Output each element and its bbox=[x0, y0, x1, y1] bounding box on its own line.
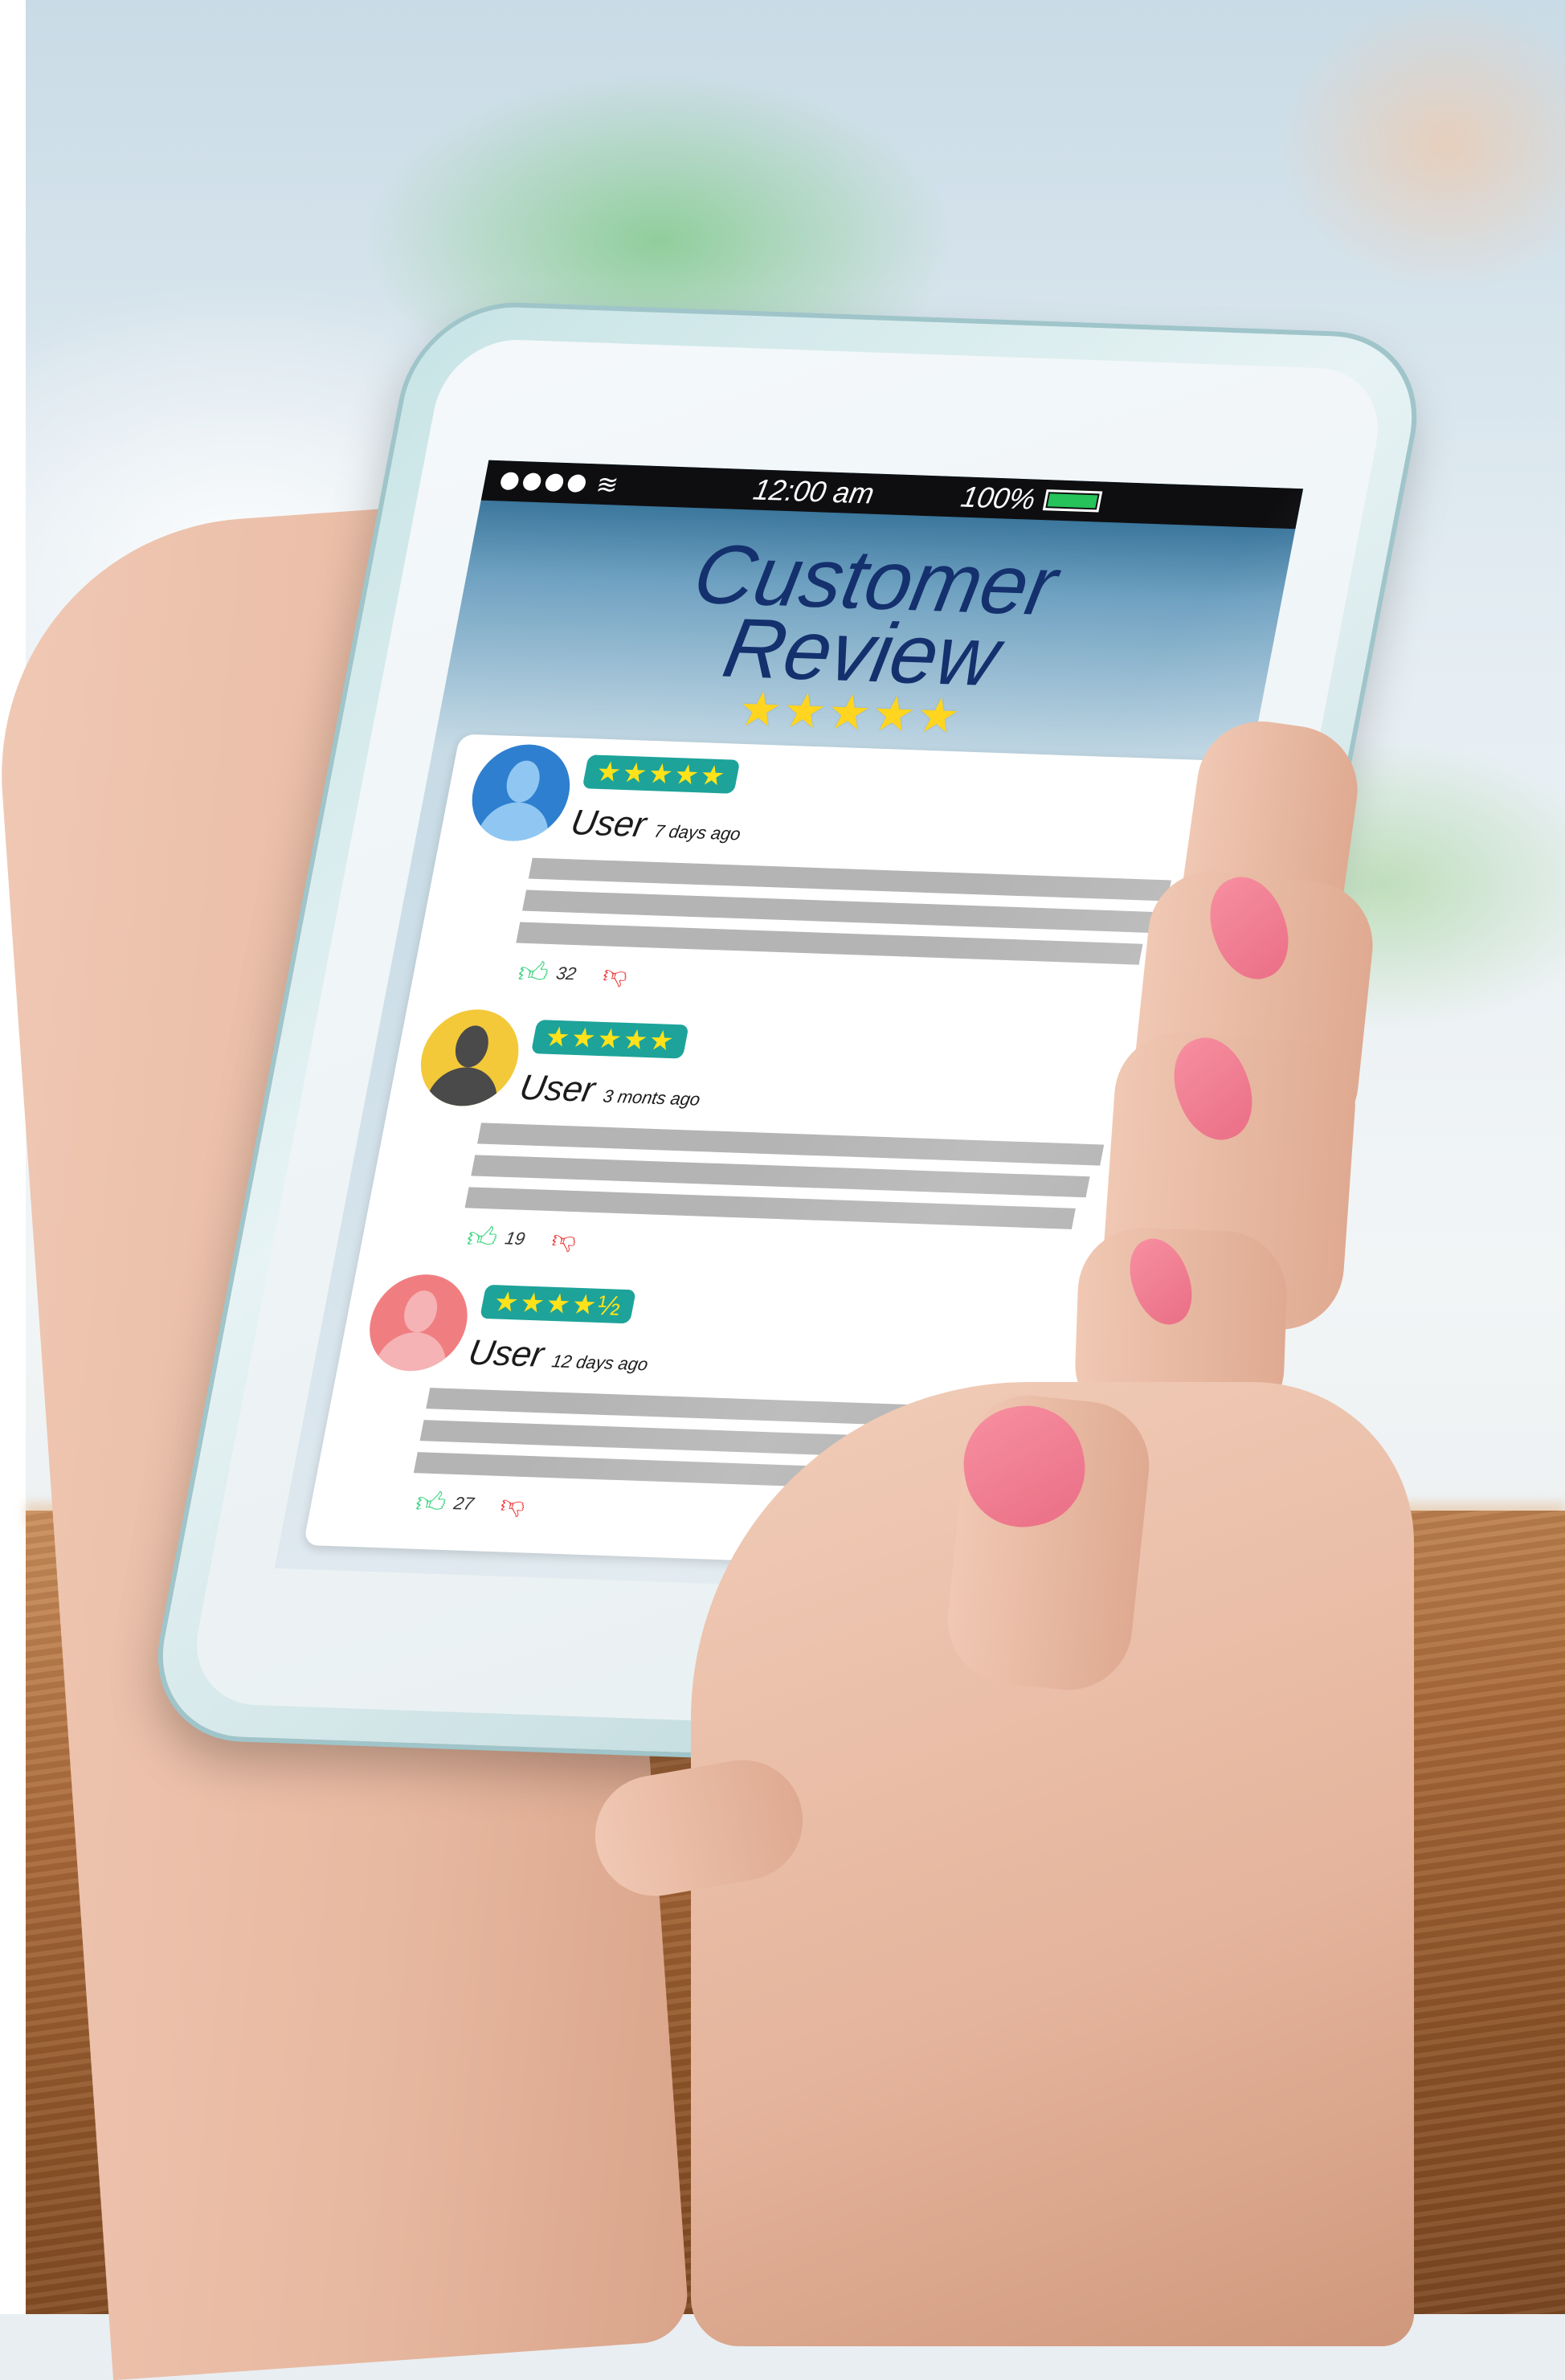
like-count: 32 bbox=[554, 963, 578, 984]
avatar[interactable] bbox=[412, 1008, 527, 1108]
battery-icon bbox=[1042, 489, 1103, 513]
signal-dots-icon bbox=[499, 472, 587, 493]
rating-badge: ★★★★★ bbox=[582, 754, 741, 794]
review-time: 7 days ago bbox=[652, 820, 743, 844]
thumbs-down-icon[interactable]: 👎︎ bbox=[498, 1491, 528, 1520]
battery-fill bbox=[1047, 493, 1098, 509]
battery-percent: 100% bbox=[958, 480, 1039, 516]
like-count: 27 bbox=[452, 1493, 476, 1514]
rating-badge: ★★★★½ bbox=[479, 1284, 637, 1324]
thumbs-down-icon[interactable]: 👎︎ bbox=[600, 961, 631, 991]
vote-row: 👍︎ 19 👎︎ bbox=[464, 1220, 579, 1259]
user-name[interactable]: User bbox=[568, 803, 650, 844]
review-item[interactable]: ★★★★★ User 7 days ago 👍︎ 32 👎︎ bbox=[409, 734, 1227, 1025]
thumbs-down-icon[interactable]: 👎︎ bbox=[550, 1225, 579, 1255]
thumbs-up-icon[interactable]: 👍︎ bbox=[464, 1220, 501, 1256]
left-margin bbox=[0, 0, 26, 2314]
review-item[interactable]: ★★★★★ User 3 monts ago 👍︎ 19 👎︎ bbox=[358, 999, 1175, 1290]
rating-badge: ★★★★★ bbox=[530, 1020, 690, 1059]
like-count: 19 bbox=[503, 1228, 527, 1249]
status-time: 12:00 am bbox=[750, 472, 877, 510]
thumbs-up-icon[interactable]: 👍︎ bbox=[413, 1484, 450, 1520]
vote-row: 👍︎ 32 👎︎ bbox=[515, 955, 631, 994]
user-name[interactable]: User bbox=[465, 1333, 547, 1375]
avatar[interactable] bbox=[361, 1273, 476, 1373]
thumbs-up-icon[interactable]: 👍︎ bbox=[515, 955, 552, 991]
user-name[interactable]: User bbox=[517, 1068, 599, 1110]
review-time: 12 days ago bbox=[550, 1351, 650, 1375]
user-line: User 12 days ago bbox=[465, 1333, 653, 1380]
avatar[interactable] bbox=[464, 742, 578, 843]
vote-row: 👍︎ 27 👎︎ bbox=[413, 1484, 529, 1523]
wifi-icon: ≋ bbox=[594, 469, 621, 500]
user-line: User 7 days ago bbox=[567, 803, 745, 849]
user-line: User 3 monts ago bbox=[517, 1068, 705, 1114]
review-time: 3 monts ago bbox=[601, 1086, 702, 1110]
